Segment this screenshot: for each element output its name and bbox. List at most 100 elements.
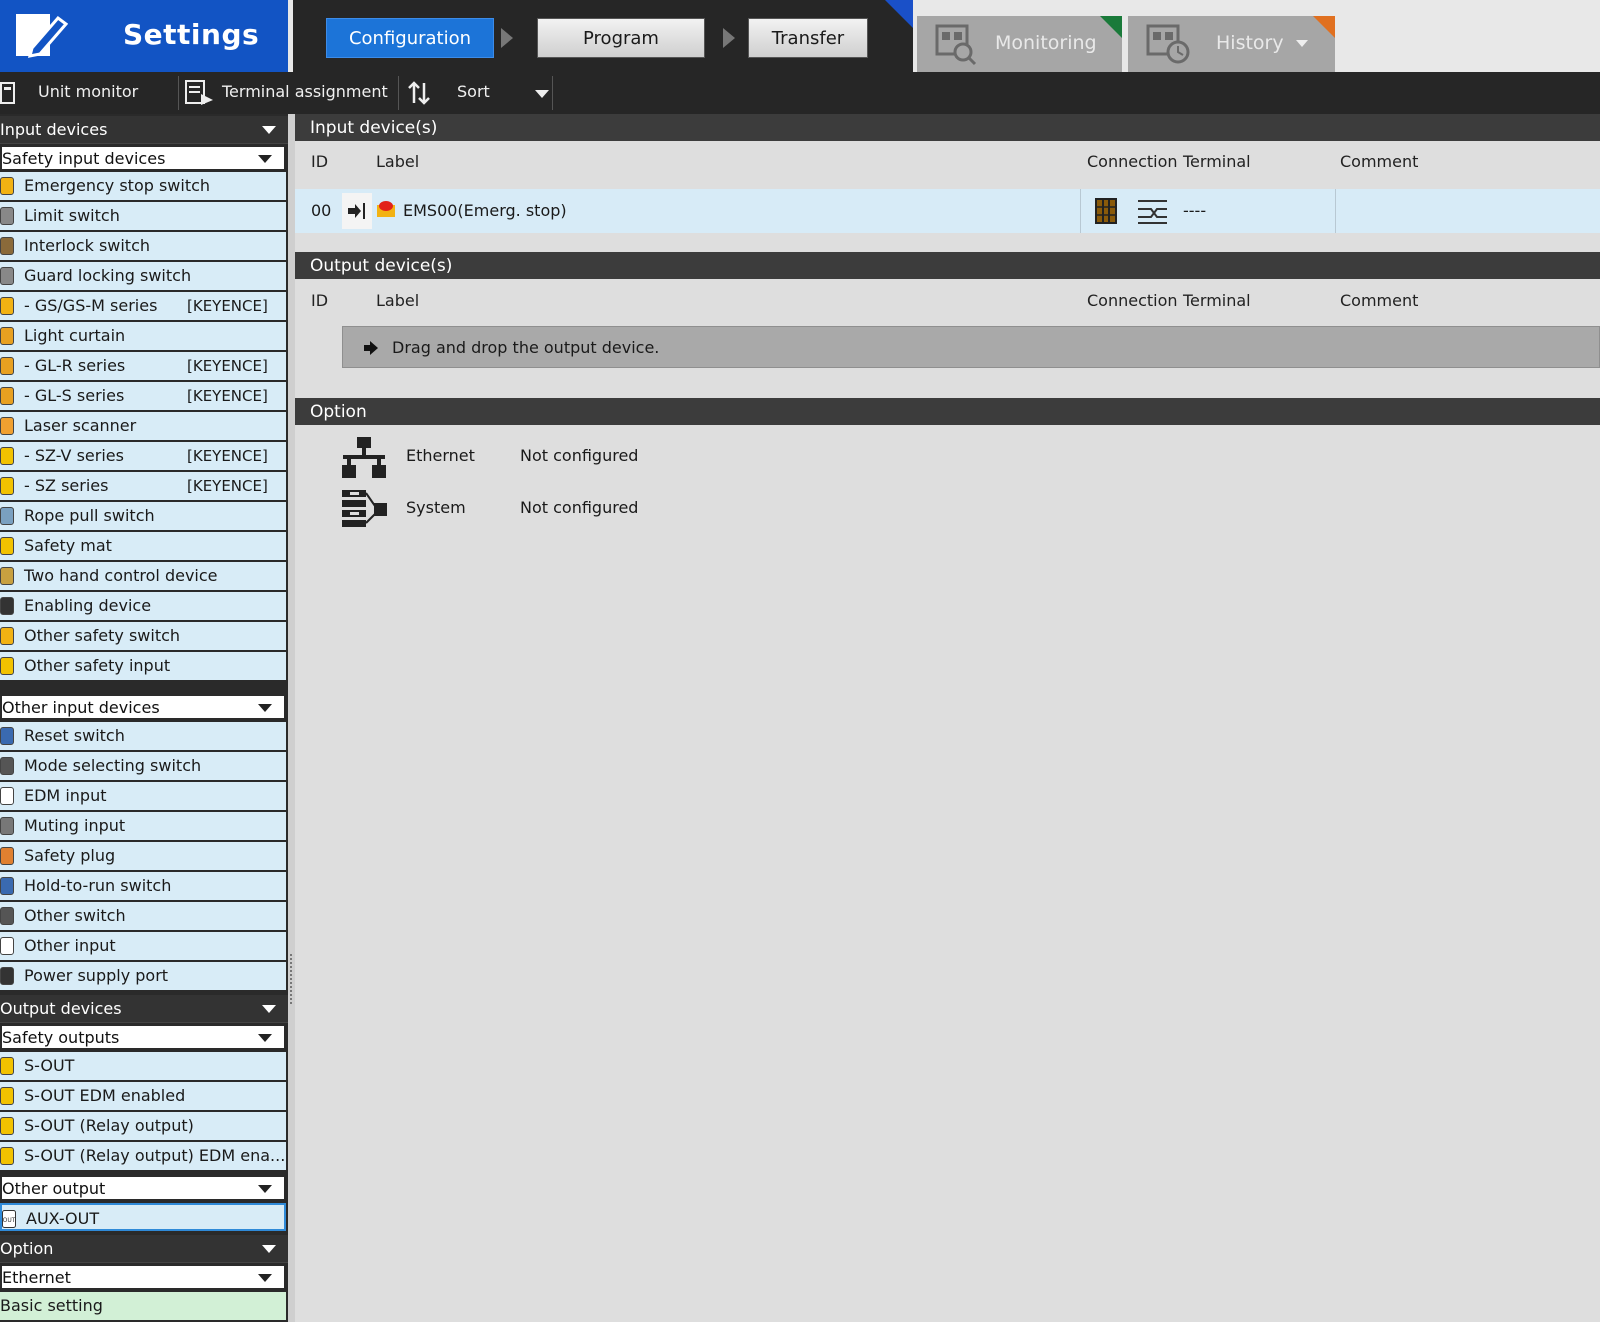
tab-history[interactable]: History	[1128, 16, 1335, 72]
list-item-brand: [KEYENCE]	[187, 477, 268, 495]
step-configuration-button[interactable]: Configuration	[326, 18, 494, 58]
app-window: Settings Configuration Program Transfer …	[0, 0, 1600, 1322]
list-item[interactable]: EDM input	[0, 782, 286, 810]
unit-monitor-icon	[0, 82, 15, 104]
list-item[interactable]: - SZ series [KEYENCE]	[0, 472, 286, 500]
cell-divider	[1080, 189, 1081, 233]
list-item[interactable]: - GL-S series [KEYENCE]	[0, 382, 286, 410]
list-item-basic-setting[interactable]: Basic setting	[0, 1292, 286, 1320]
toolbar: Unit monitor Terminal assignment Sort	[0, 72, 1600, 114]
light-curtain-icon	[0, 327, 14, 345]
chevron-down-icon[interactable]	[262, 1245, 276, 1253]
monitoring-icon	[935, 24, 977, 66]
mode-switch-icon	[0, 757, 14, 775]
ethernet-network-icon	[342, 437, 386, 478]
unit-monitor-button[interactable]: Unit monitor	[0, 72, 178, 114]
chevron-down-icon[interactable]	[535, 90, 549, 98]
system-icon	[342, 490, 387, 527]
option-header[interactable]: Option	[0, 1235, 288, 1263]
list-item[interactable]: Hold-to-run switch	[0, 872, 286, 900]
terminal-block-icon[interactable]	[1095, 198, 1117, 224]
list-item[interactable]: Guard locking switch	[0, 262, 286, 290]
list-item-label: EDM input	[24, 786, 107, 805]
other-safety-input-icon	[0, 657, 14, 675]
chevron-down-icon[interactable]	[262, 126, 276, 134]
list-item[interactable]: Interlock switch	[0, 232, 286, 260]
other-output-dropdown[interactable]: Other output	[0, 1175, 286, 1201]
input-devices-header[interactable]: Input devices	[0, 116, 288, 144]
option-status: Not configured	[520, 446, 639, 465]
list-item[interactable]: Safety plug	[0, 842, 286, 870]
output-devices-header[interactable]: Output devices	[0, 995, 288, 1023]
list-item[interactable]: Limit switch	[0, 202, 286, 230]
list-item-aux-out[interactable]: OUT AUX-OUT	[0, 1203, 286, 1231]
tab-monitoring-label: Monitoring	[995, 32, 1097, 54]
other-safety-switch-icon	[0, 627, 14, 645]
column-connection: Connection	[1087, 152, 1178, 171]
list-item[interactable]: Other safety switch	[0, 622, 286, 650]
wiring-icon[interactable]	[1137, 198, 1169, 224]
list-item[interactable]: Safety mat	[0, 532, 286, 560]
list-item[interactable]: Other safety input	[0, 652, 286, 680]
list-item[interactable]: S-OUT (Relay output) EDM ena...	[0, 1142, 286, 1170]
list-item[interactable]: Other switch	[0, 902, 286, 930]
list-item-label: Limit switch	[24, 206, 120, 225]
list-item[interactable]: Rope pull switch	[0, 502, 286, 530]
list-item[interactable]: Power supply port	[0, 962, 286, 990]
list-item-label: Enabling device	[24, 596, 152, 615]
list-item[interactable]: Reset switch	[0, 722, 286, 750]
sort-dropdown[interactable]: Sort	[402, 72, 552, 114]
step-transfer-button[interactable]: Transfer	[748, 18, 868, 58]
chevron-down-icon[interactable]	[258, 704, 272, 712]
list-item[interactable]: Other input	[0, 932, 286, 960]
list-item[interactable]: Two hand control device	[0, 562, 286, 590]
gl-r-icon	[0, 357, 14, 375]
step-arrow-icon	[723, 28, 735, 48]
list-item[interactable]: S-OUT	[0, 1052, 286, 1080]
tab-monitoring[interactable]: Monitoring	[917, 16, 1122, 72]
list-item[interactable]: Light curtain	[0, 322, 286, 350]
list-item[interactable]: Enabling device	[0, 592, 286, 620]
other-input-devices-dropdown[interactable]: Other input devices	[0, 694, 286, 720]
column-comment: Comment	[1340, 152, 1419, 171]
row-terminal: ----	[1183, 201, 1207, 220]
safety-input-devices-dropdown[interactable]: Safety input devices	[0, 145, 286, 171]
list-item[interactable]: - SZ-V series [KEYENCE]	[0, 442, 286, 470]
enabling-device-icon	[0, 597, 14, 615]
list-item[interactable]: - GS/GS-M series [KEYENCE]	[0, 292, 286, 320]
terminal-assignment-button[interactable]: Terminal assignment	[182, 72, 397, 114]
chevron-down-icon[interactable]	[1296, 40, 1308, 47]
ethernet-dropdown[interactable]: Ethernet	[0, 1264, 286, 1290]
chevron-down-icon[interactable]	[258, 1034, 272, 1042]
app-title: Settings	[123, 18, 260, 51]
chevron-down-icon[interactable]	[258, 1274, 272, 1282]
splitter-handle[interactable]	[288, 114, 295, 1322]
chevron-down-icon[interactable]	[258, 155, 272, 163]
chevron-down-icon[interactable]	[258, 1185, 272, 1193]
list-item[interactable]: Emergency stop switch	[0, 172, 286, 200]
list-item-label: - SZ series	[24, 476, 109, 495]
gs-series-icon	[0, 297, 14, 315]
output-drop-zone[interactable]: Drag and drop the output device.	[342, 326, 1600, 368]
list-item[interactable]: S-OUT (Relay output)	[0, 1112, 286, 1140]
list-item-label: S-OUT (Relay output)	[24, 1116, 194, 1135]
step-program-button[interactable]: Program	[537, 18, 705, 58]
list-item-brand: [KEYENCE]	[187, 297, 268, 315]
list-item[interactable]: Muting input	[0, 812, 286, 840]
list-item-label: - GL-R series	[24, 356, 126, 375]
s-out-icon	[0, 1057, 14, 1075]
option-row-ethernet[interactable]: Ethernet Not configured	[295, 434, 995, 484]
list-item[interactable]: S-OUT EDM enabled	[0, 1082, 286, 1110]
list-item-label: Muting input	[24, 816, 126, 835]
list-item-label: Other safety switch	[24, 626, 181, 645]
list-item[interactable]: Laser scanner	[0, 412, 286, 440]
input-device-row[interactable]: 00 EMS00(Emerg. stop) ----	[295, 189, 1600, 233]
list-item[interactable]: Mode selecting switch	[0, 752, 286, 780]
input-devices-label: Input devices	[0, 120, 108, 139]
safety-outputs-dropdown[interactable]: Safety outputs	[0, 1024, 286, 1050]
chevron-down-icon[interactable]	[262, 1005, 276, 1013]
list-item[interactable]: - GL-R series [KEYENCE]	[0, 352, 286, 380]
input-arrow-icon	[348, 203, 365, 219]
list-item-label: AUX-OUT	[26, 1209, 100, 1228]
option-row-system[interactable]: System Not configured	[295, 486, 995, 536]
